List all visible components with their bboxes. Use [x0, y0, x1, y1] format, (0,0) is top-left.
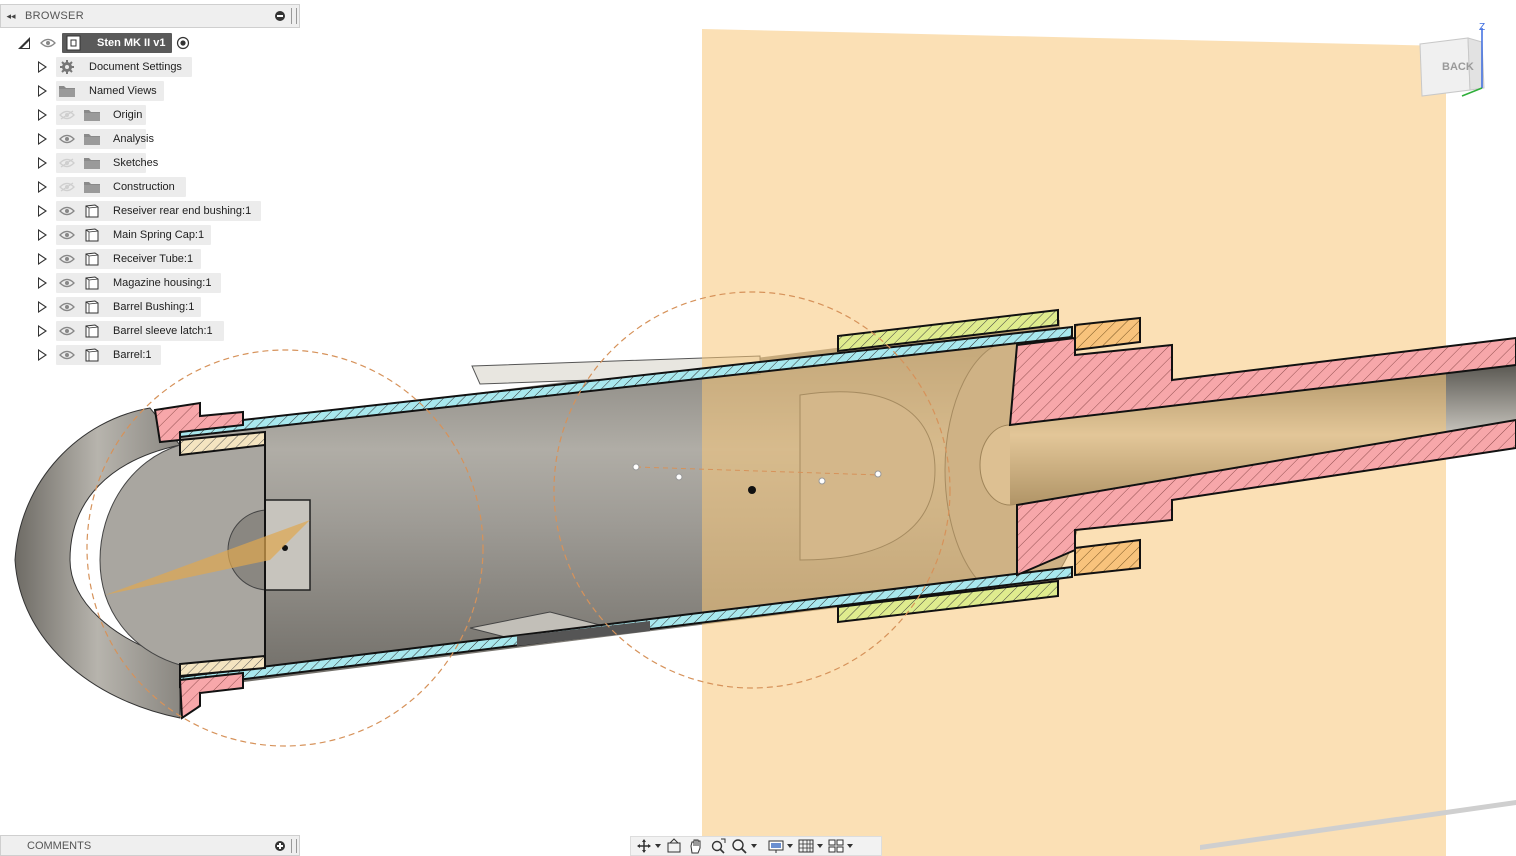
tree-item-pill[interactable]: Barrel sleeve latch:1	[56, 321, 224, 341]
folder-icon	[58, 83, 76, 99]
tree-item-label: Analysis	[113, 133, 154, 145]
browser-panel-header[interactable]: ◂◂ BROWSER	[0, 4, 300, 28]
eye-icon[interactable]	[59, 254, 75, 264]
tree-item-label: Main Spring Cap:1	[113, 229, 205, 241]
eye-icon[interactable]	[59, 206, 75, 216]
collapse-panel-icon[interactable]: ◂◂	[1, 11, 21, 22]
expand-arrow-icon[interactable]	[38, 109, 47, 121]
3d-viewport[interactable]	[0, 0, 1516, 856]
eye-icon[interactable]	[40, 38, 56, 48]
tree-item-label: Barrel Bushing:1	[113, 301, 195, 313]
tree-item-pill[interactable]: Document Settings	[56, 57, 192, 77]
view-cube[interactable]: BACK Z	[1412, 18, 1512, 108]
expand-arrow-icon[interactable]	[38, 157, 47, 169]
root-component-pill[interactable]: Sten MK II v1	[62, 33, 172, 53]
tree-item-pill[interactable]: Barrel:1	[56, 345, 161, 365]
zoom-icon[interactable]	[731, 837, 757, 855]
tree-item-pill[interactable]: Origin	[56, 105, 146, 125]
tree-item-label: Barrel sleeve latch:1	[113, 325, 213, 337]
eye-icon[interactable]	[59, 302, 75, 312]
expand-arrow-icon[interactable]	[38, 85, 47, 97]
tree-item-label: Receiver Tube:1	[113, 253, 194, 265]
tree-item-pill[interactable]: Analysis	[56, 129, 154, 149]
panel-grip-icon[interactable]	[291, 8, 297, 24]
eye-icon[interactable]	[59, 134, 75, 144]
eye-icon[interactable]	[59, 278, 75, 288]
eye-hidden-icon[interactable]	[59, 158, 75, 168]
comments-grip-icon[interactable]	[291, 838, 297, 853]
zoom-fit-icon[interactable]	[709, 837, 727, 855]
tree-item-label: Named Views	[89, 85, 157, 97]
component-icon	[83, 347, 101, 363]
add-comment-icon[interactable]	[275, 840, 285, 851]
tree-item-label: Reseiver rear end bushing:1	[113, 205, 252, 217]
gear-icon	[58, 59, 76, 75]
component-icon	[83, 227, 101, 243]
tree-item-pill[interactable]: Receiver Tube:1	[56, 249, 201, 269]
construction-plane[interactable]	[702, 29, 1446, 856]
folder-icon	[83, 179, 101, 195]
component-icon	[83, 299, 101, 315]
tree-item-pill[interactable]: Construction	[56, 177, 186, 197]
comments-title: COMMENTS	[27, 839, 92, 852]
view-cube-face-label: BACK	[1442, 61, 1474, 73]
tree-item-pill[interactable]: Barrel Bushing:1	[56, 297, 201, 317]
expand-arrow-icon[interactable]	[38, 205, 47, 217]
tree-item-label: Document Settings	[89, 61, 182, 73]
expand-arrow-icon[interactable]	[38, 301, 47, 313]
tree-item-label: Sketches	[113, 157, 159, 169]
component-icon	[83, 251, 101, 267]
display-settings-icon[interactable]	[767, 837, 793, 855]
tree-item-pill[interactable]: Reseiver rear end bushing:1	[56, 201, 261, 221]
component-icon	[83, 203, 101, 219]
expand-arrow-icon[interactable]	[38, 61, 47, 73]
activate-radio-icon[interactable]	[176, 36, 190, 50]
tree-item-pill[interactable]: Named Views	[56, 81, 164, 101]
eye-icon[interactable]	[59, 350, 75, 360]
view-cube-axis-label: Z	[1479, 22, 1485, 33]
expand-arrow-icon[interactable]	[38, 277, 47, 289]
eye-hidden-icon[interactable]	[59, 182, 75, 192]
expand-arrow-icon[interactable]	[38, 181, 47, 193]
comments-panel[interactable]: COMMENTS	[0, 835, 300, 856]
eye-hidden-icon[interactable]	[59, 110, 75, 120]
expand-arrow-icon[interactable]	[38, 325, 47, 337]
document-icon	[65, 35, 83, 51]
expand-arrow-icon[interactable]	[38, 133, 47, 145]
orbit-icon[interactable]	[635, 837, 661, 855]
eye-icon[interactable]	[59, 326, 75, 336]
tree-item-label: Magazine housing:1	[113, 277, 212, 289]
collapse-root-icon[interactable]	[18, 37, 30, 49]
component-icon	[83, 275, 101, 291]
expand-arrow-icon[interactable]	[38, 253, 47, 265]
look-at-icon[interactable]	[665, 837, 683, 855]
tree-item-label: Barrel:1	[113, 349, 152, 361]
pan-icon[interactable]	[687, 837, 705, 855]
folder-icon	[83, 107, 101, 123]
expand-arrow-icon[interactable]	[38, 229, 47, 241]
browser-title: BROWSER	[25, 10, 84, 22]
tree-item-label: Construction	[113, 181, 175, 193]
navigation-toolbar	[630, 836, 882, 856]
expand-arrow-icon[interactable]	[38, 349, 47, 361]
folder-icon	[83, 131, 101, 147]
viewports-icon[interactable]	[827, 837, 853, 855]
component-icon	[83, 323, 101, 339]
tree-item-pill[interactable]: Magazine housing:1	[56, 273, 221, 293]
eye-icon[interactable]	[59, 230, 75, 240]
minimize-icon[interactable]	[275, 11, 285, 21]
tree-item-pill[interactable]: Sketches	[56, 153, 158, 173]
grid-icon[interactable]	[797, 837, 823, 855]
tree-item-pill[interactable]: Main Spring Cap:1	[56, 225, 211, 245]
folder-icon	[83, 155, 101, 171]
tree-item-label: Origin	[113, 109, 143, 121]
root-component-label: Sten MK II v1	[97, 37, 166, 49]
